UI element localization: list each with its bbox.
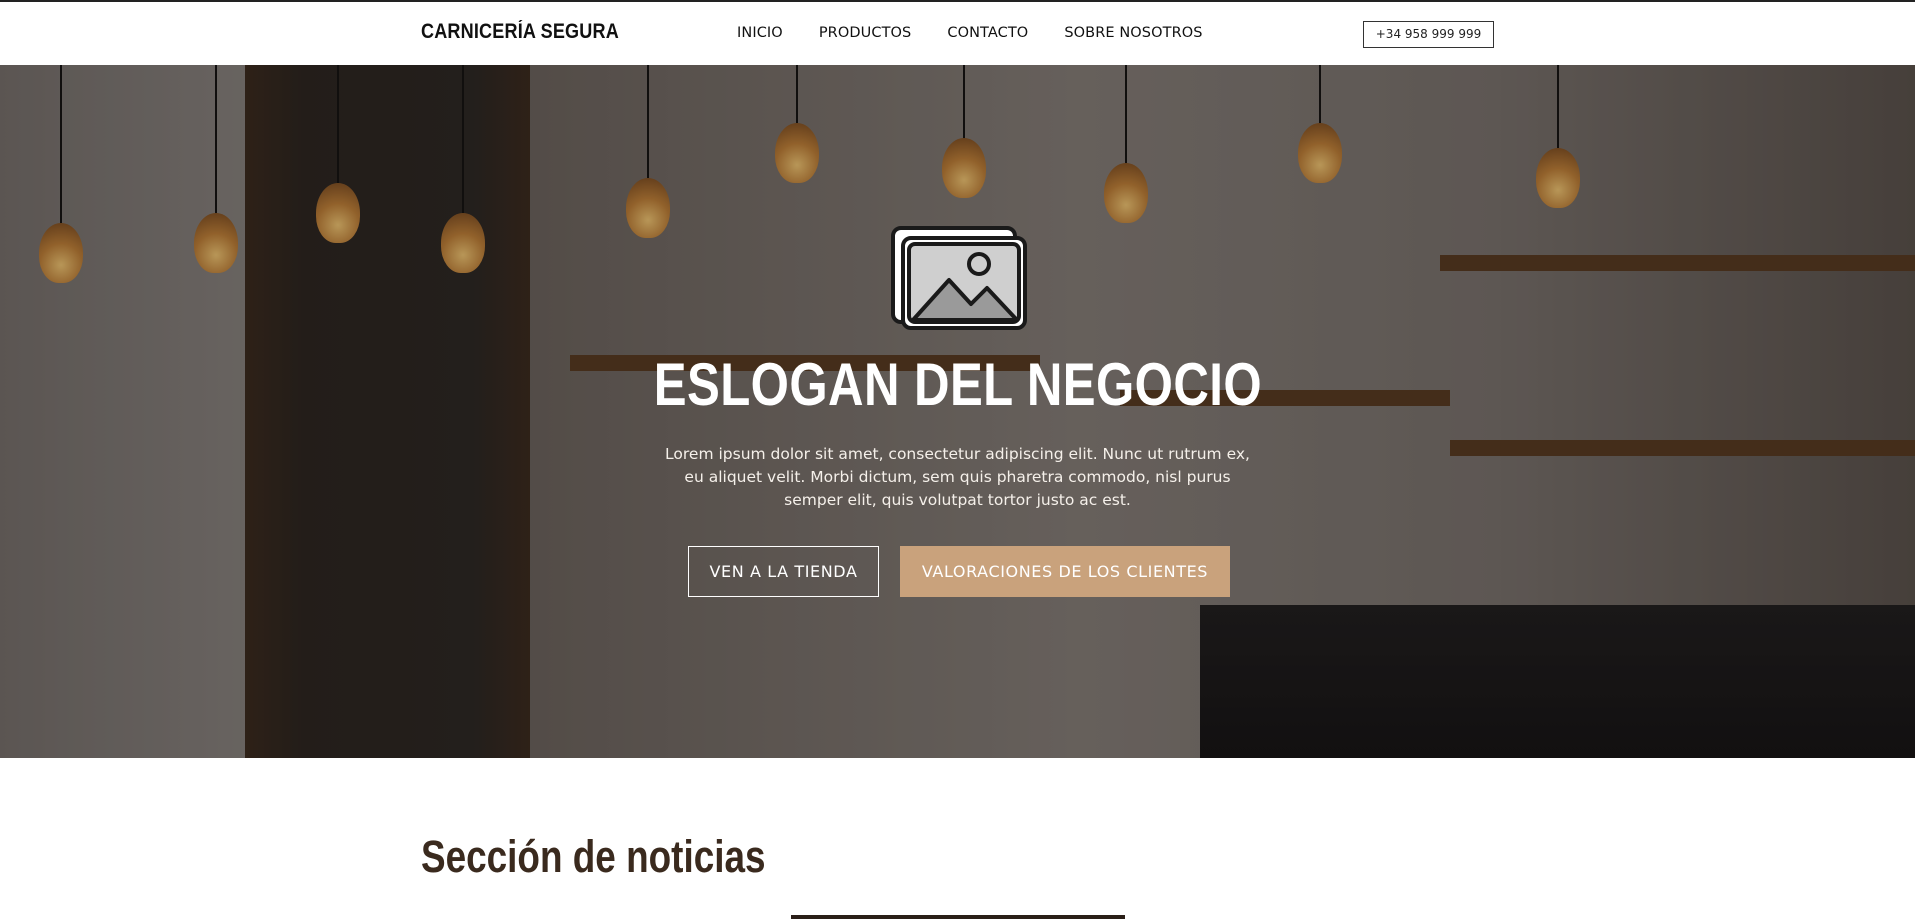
nav-inicio[interactable]: INICIO bbox=[737, 25, 783, 41]
nav-productos[interactable]: PRODUCTOS bbox=[819, 25, 912, 41]
store-button[interactable]: VEN A LA TIENDA bbox=[688, 546, 879, 597]
news-card-preview[interactable] bbox=[791, 915, 1125, 919]
hero-slogan-text: ESLOGAN DEL NEGOCIO bbox=[653, 351, 1262, 418]
hero-description: Lorem ipsum dolor sit amet, consectetur … bbox=[665, 445, 1250, 509]
nav-contacto[interactable]: CONTACTO bbox=[947, 25, 1028, 41]
main-nav: INICIO PRODUCTOS CONTACTO SOBRE NOSOTROS bbox=[737, 25, 1239, 41]
image-placeholder-icon bbox=[891, 226, 1027, 330]
reviews-button[interactable]: VALORACIONES DE LOS CLIENTES bbox=[900, 546, 1230, 597]
news-section-title: Sección de noticias bbox=[421, 831, 766, 882]
site-header: CARNICERÍA SEGURA INICIO PRODUCTOS CONTA… bbox=[0, 2, 1915, 65]
brand-logo[interactable]: CARNICERÍA SEGURA bbox=[421, 20, 619, 44]
phone-button[interactable]: +34 958 999 999 bbox=[1363, 21, 1494, 48]
nav-sobre-nosotros[interactable]: SOBRE NOSOTROS bbox=[1064, 25, 1202, 41]
hero-slogan: ESLOGAN DEL NEGOCIO bbox=[0, 350, 1915, 419]
